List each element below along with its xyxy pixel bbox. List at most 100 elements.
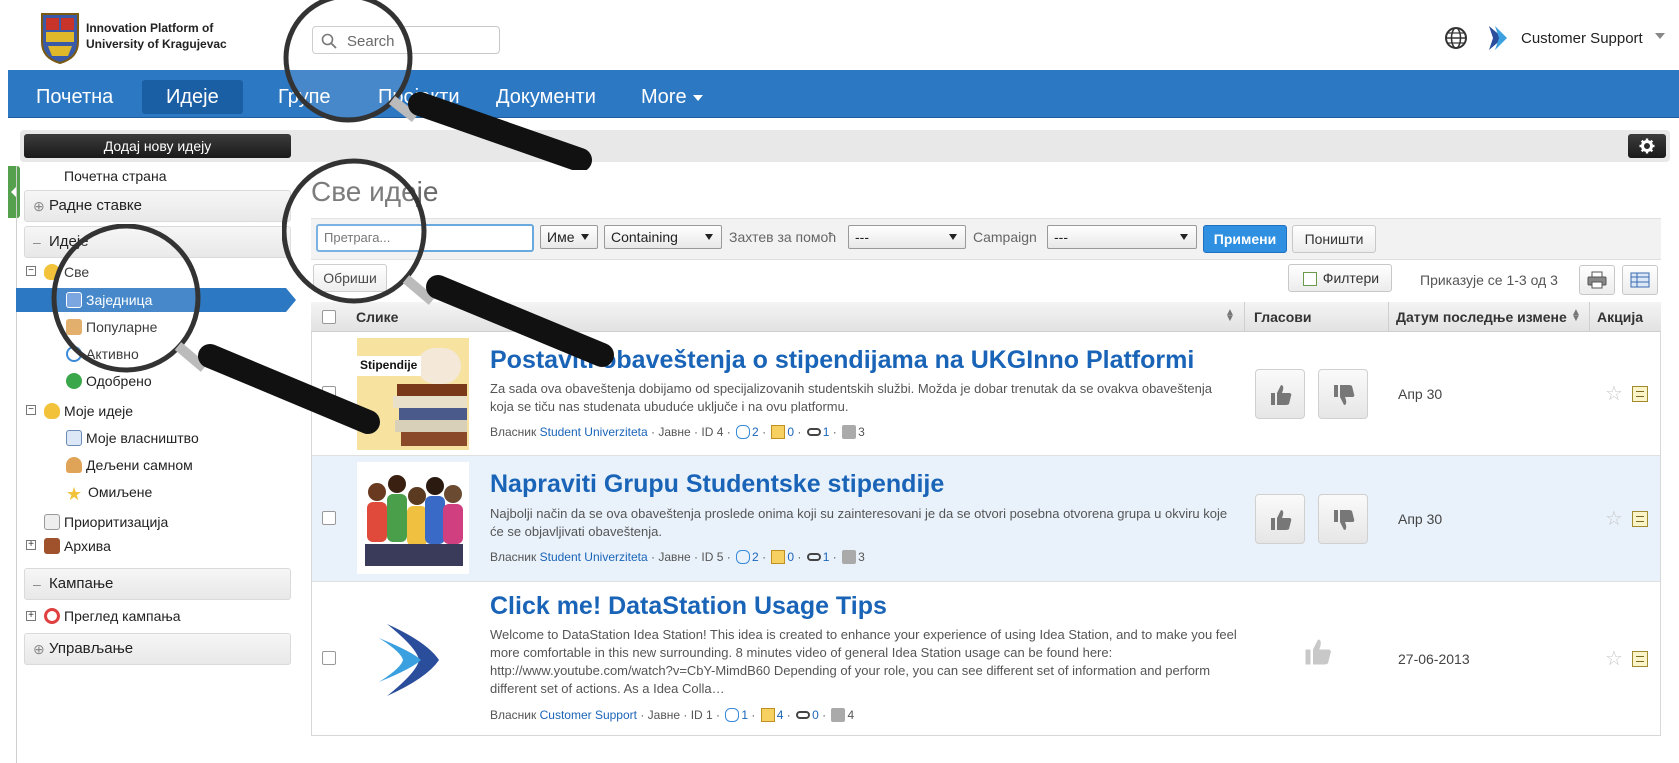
- add-idea-button[interactable]: Додај нову идеју: [24, 134, 291, 158]
- university-logo[interactable]: [40, 12, 80, 64]
- caret-down-icon: [949, 234, 957, 240]
- chevron-down-icon[interactable]: [1655, 33, 1665, 39]
- sidebar-item-label: Преглед кампања: [64, 608, 181, 624]
- owner-link[interactable]: Student Univerziteta: [540, 550, 648, 564]
- datastation-logo-image: [357, 602, 469, 714]
- nav-more[interactable]: More: [629, 80, 715, 114]
- idea-title-link[interactable]: Postaviti obaveštenja o stipendijama na …: [490, 346, 1194, 375]
- sidebar-item-prioritization[interactable]: Приоритизација: [44, 512, 168, 532]
- vote-up-button[interactable]: [1255, 494, 1305, 544]
- sidebar-item-popular[interactable]: Популарне: [66, 317, 157, 337]
- idea-title-link[interactable]: Click me! DataStation Usage Tips: [490, 592, 887, 621]
- minus-icon: –: [33, 234, 41, 250]
- sort-icon[interactable]: ▲ ▼: [1571, 308, 1581, 324]
- filters-button[interactable]: Филтери: [1288, 264, 1392, 292]
- delete-button[interactable]: Обриши: [313, 264, 387, 292]
- idea-thumbnail-students[interactable]: [357, 462, 469, 574]
- sidebar-item-my-ownership[interactable]: Моје власништво: [66, 428, 199, 448]
- comment-count[interactable]: 2: [752, 425, 759, 439]
- campaign-label: Campaign: [973, 229, 1037, 245]
- prioritization-icon: [44, 514, 60, 530]
- reset-button[interactable]: Поништи: [1292, 225, 1376, 253]
- owner-link[interactable]: Student Univerziteta: [540, 425, 648, 439]
- owner-link[interactable]: Customer Support: [540, 708, 637, 722]
- globe-icon[interactable]: [1444, 26, 1468, 50]
- global-search-input[interactable]: Search: [312, 26, 500, 54]
- user-menu[interactable]: Customer Support: [1521, 30, 1643, 47]
- sidebar-item-favorites[interactable]: ★ Омиљене: [66, 482, 152, 503]
- columns-button[interactable]: [1622, 265, 1658, 295]
- sidebar-item-community[interactable]: Заједница: [66, 290, 152, 310]
- tree-expand-toggle[interactable]: +: [26, 540, 36, 550]
- attachment-count[interactable]: 4: [777, 708, 784, 722]
- sidebar-item-campaign-overview[interactable]: Преглед кампања: [44, 606, 181, 626]
- column-divider: [1244, 302, 1245, 332]
- idea-thumbnail-stipendije[interactable]: Stipendije: [357, 338, 469, 450]
- sidebar-item-label: Активно: [86, 346, 139, 362]
- tree-collapse-toggle[interactable]: −: [26, 405, 36, 415]
- sidebar-section-ideas[interactable]: – Идеје: [24, 226, 291, 258]
- collapse-sidebar-handle[interactable]: [8, 166, 20, 218]
- settings-button[interactable]: [1628, 134, 1666, 158]
- vote-up-button[interactable]: [1255, 369, 1305, 419]
- comment-count[interactable]: 2: [752, 550, 759, 564]
- sidebar-item-all[interactable]: Све: [44, 262, 89, 282]
- nav-ideas[interactable]: Идеје: [142, 80, 243, 114]
- select-all-checkbox[interactable]: [322, 310, 336, 324]
- search-placeholder: Search: [347, 33, 395, 50]
- tree-collapse-toggle[interactable]: −: [26, 266, 36, 276]
- last-modified-date: Апр 30: [1398, 511, 1443, 527]
- notes-icon[interactable]: [1632, 511, 1648, 527]
- nav-groups[interactable]: Групе: [266, 80, 343, 114]
- favorite-star-icon[interactable]: ☆: [1605, 381, 1623, 406]
- sidebar-item-archive[interactable]: Архива: [44, 536, 111, 556]
- filter-operator-select[interactable]: Containing: [604, 225, 722, 249]
- filter-search-input[interactable]: Претрага...: [316, 224, 534, 252]
- column-header-images[interactable]: Слике: [356, 309, 398, 325]
- tree-expand-toggle[interactable]: +: [26, 611, 36, 621]
- column-header-last-modified[interactable]: Датум последње измене: [1396, 309, 1567, 325]
- caret-down-icon: [692, 94, 703, 101]
- sidebar-item-my-ideas[interactable]: Моје идеје: [44, 401, 133, 421]
- attachment-count[interactable]: 0: [787, 550, 794, 564]
- sidebar-item-approved[interactable]: Одобрено: [66, 371, 152, 391]
- row-checkbox[interactable]: [322, 651, 336, 665]
- nav-home[interactable]: Почетна: [24, 80, 125, 114]
- link-count[interactable]: 1: [823, 550, 830, 564]
- filter-field-select[interactable]: Име: [540, 225, 598, 249]
- attachment-count[interactable]: 0: [787, 425, 794, 439]
- sort-icon[interactable]: ▲ ▼: [1225, 308, 1235, 324]
- help-request-select[interactable]: ---: [848, 225, 966, 249]
- print-button[interactable]: [1579, 265, 1615, 295]
- vote-down-button[interactable]: [1318, 494, 1368, 544]
- results-count: Приказује се 1-3 од 3: [1420, 272, 1558, 288]
- sidebar-section-management[interactable]: ⊕ Управљање: [24, 633, 291, 665]
- favorite-star-icon[interactable]: ☆: [1605, 506, 1623, 531]
- nav-documents[interactable]: Документи: [484, 80, 608, 114]
- comment-count[interactable]: 1: [741, 708, 748, 722]
- table-icon: [1630, 272, 1650, 288]
- sidebar-section-work-items[interactable]: ⊕ Радне ставке: [24, 190, 291, 222]
- column-header-votes[interactable]: Гласови: [1254, 309, 1311, 325]
- vote-down-button[interactable]: [1318, 369, 1368, 419]
- select-value: Containing: [611, 229, 678, 245]
- printer-icon: [1587, 271, 1607, 289]
- sidebar-item-label: Дељени самном: [86, 457, 193, 473]
- idea-thumbnail-datastation[interactable]: [357, 602, 469, 714]
- notes-icon[interactable]: [1632, 651, 1648, 667]
- row-checkbox[interactable]: [322, 386, 336, 400]
- row-checkbox[interactable]: [322, 511, 336, 525]
- favorite-star-icon[interactable]: ☆: [1605, 646, 1623, 671]
- sidebar-section-campaigns[interactable]: – Кампање: [24, 568, 291, 600]
- sidebar-item-active[interactable]: Активно: [66, 344, 139, 364]
- campaign-select[interactable]: ---: [1047, 225, 1197, 249]
- apply-button[interactable]: Примени: [1203, 225, 1287, 253]
- link-count[interactable]: 0: [812, 708, 819, 722]
- sidebar-item-shared-with-me[interactable]: Дељени самном: [66, 455, 193, 475]
- sidebar-home-link[interactable]: Почетна страна: [64, 168, 166, 184]
- nav-projects[interactable]: Пројекти: [366, 80, 472, 114]
- notes-icon[interactable]: [1632, 386, 1648, 402]
- idea-title-link[interactable]: Napraviti Grupu Studentske stipendije: [490, 470, 944, 499]
- link-count[interactable]: 1: [823, 425, 830, 439]
- students-image: [357, 462, 469, 574]
